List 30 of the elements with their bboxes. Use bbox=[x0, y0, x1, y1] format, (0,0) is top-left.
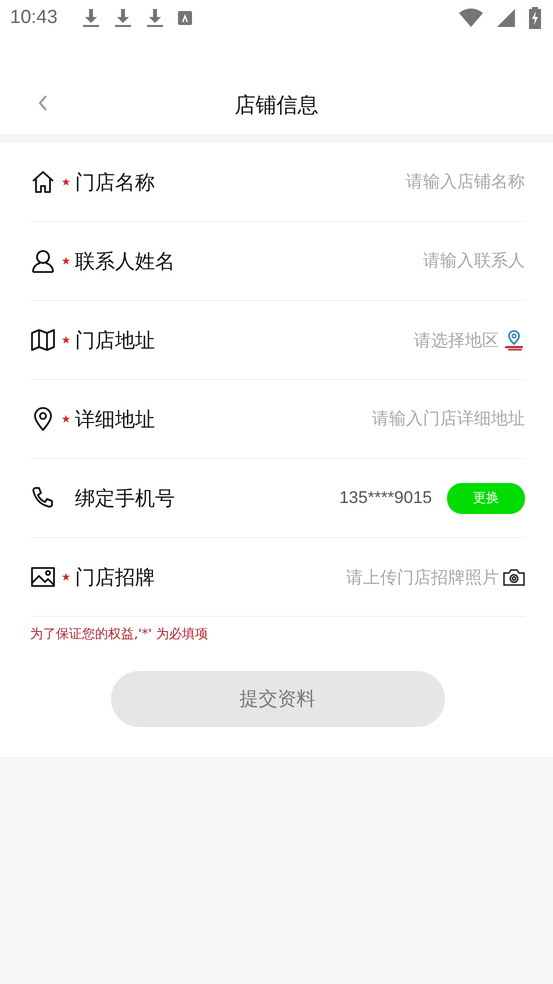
location-pin-icon[interactable] bbox=[503, 329, 525, 351]
download-icon bbox=[146, 8, 164, 28]
download-icon bbox=[82, 8, 100, 28]
input-field[interactable]: 请输入店铺名称 bbox=[305, 172, 525, 192]
phone-number: 135****9015 bbox=[339, 488, 432, 508]
field-label: 门店招牌 bbox=[75, 564, 155, 590]
change-button[interactable]: 更换 bbox=[447, 482, 525, 514]
field-label: 绑定手机号 bbox=[75, 484, 175, 512]
person-icon bbox=[30, 248, 56, 274]
map-icon bbox=[30, 327, 56, 353]
input-field[interactable]: 请输入门店详细地址 bbox=[305, 409, 525, 429]
input-field[interactable]: 请输入联系人 bbox=[305, 251, 525, 271]
status-time: 10:43 bbox=[10, 7, 58, 29]
page-title: 店铺信息 bbox=[234, 92, 318, 119]
download-icon bbox=[114, 8, 132, 28]
home-icon bbox=[30, 169, 56, 195]
signal-icon bbox=[497, 9, 515, 27]
field-label: 门店名称 bbox=[75, 168, 155, 196]
region-picker[interactable]: 请选择地区 bbox=[414, 328, 499, 352]
field-label: 详细地址 bbox=[75, 406, 155, 432]
field-label: 门店地址 bbox=[75, 326, 155, 354]
battery-icon bbox=[529, 7, 541, 29]
field-label: 联系人姓名 bbox=[75, 248, 175, 274]
wifi-icon bbox=[459, 8, 483, 28]
camera-icon[interactable] bbox=[503, 568, 525, 586]
upload-hint[interactable]: 请上传门店招牌照片 bbox=[346, 566, 499, 588]
image-icon bbox=[30, 564, 56, 590]
required-note: 为了保证您的权益,'*' 为必填项 bbox=[30, 626, 209, 643]
back-icon bbox=[38, 94, 48, 112]
app-notification-icon bbox=[178, 11, 192, 25]
